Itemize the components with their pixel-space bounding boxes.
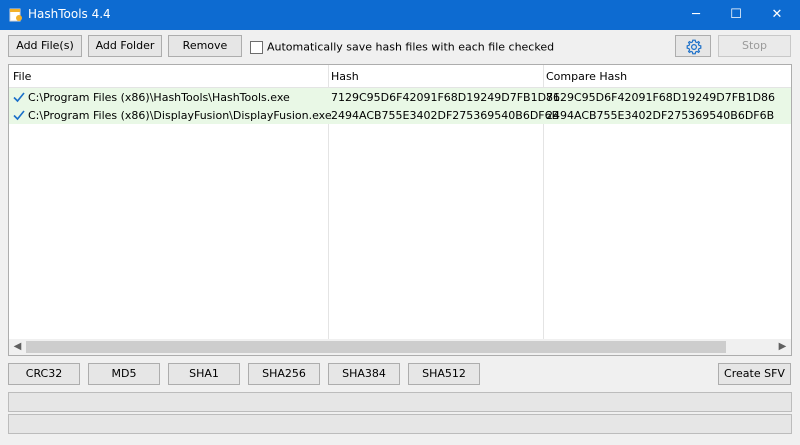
minimize-button[interactable]: ─ — [676, 0, 716, 30]
progress-bar-overall — [8, 392, 792, 412]
window-title: HashTools 4.4 — [28, 7, 111, 21]
file-list[interactable]: File Hash Compare Hash C:\Program Files … — [8, 64, 792, 356]
scroll-thumb[interactable] — [26, 341, 726, 353]
checkmark-icon — [13, 110, 25, 121]
column-header-hash[interactable]: Hash — [331, 70, 359, 83]
checkmark-icon — [13, 92, 25, 103]
crc32-button[interactable]: CRC32 — [8, 363, 80, 385]
scroll-left-arrow-icon[interactable]: ◀ — [9, 339, 26, 355]
row-file-path: C:\Program Files (x86)\DisplayFusion\Dis… — [28, 109, 332, 122]
scroll-right-arrow-icon[interactable]: ▶ — [774, 339, 791, 355]
row-compare-hash: 2494ACB755E3402DF275369540B6DF6B — [546, 109, 775, 122]
close-button[interactable]: ✕ — [757, 0, 797, 30]
stop-button[interactable]: Stop — [718, 35, 791, 57]
row-hash: 7129C95D6F42091F68D19249D7FB1D86 — [331, 91, 561, 104]
sha256-button[interactable]: SHA256 — [248, 363, 320, 385]
remove-button[interactable]: Remove — [168, 35, 242, 57]
autosave-label: Automatically save hash files with each … — [267, 40, 555, 54]
settings-button[interactable] — [675, 35, 711, 57]
column-header-file[interactable]: File — [13, 70, 31, 83]
create-sfv-button[interactable]: Create SFV — [718, 363, 791, 385]
sha512-button[interactable]: SHA512 — [408, 363, 480, 385]
column-header-compare-hash[interactable]: Compare Hash — [546, 70, 627, 83]
table-row[interactable]: C:\Program Files (x86)\DisplayFusion\Dis… — [9, 106, 791, 124]
autosave-checkbox[interactable] — [250, 40, 263, 54]
app-window: HashTools 4.4 ─ ☐ ✕ Add File(s) Add Fold… — [0, 0, 800, 445]
sha384-button[interactable]: SHA384 — [328, 363, 400, 385]
gear-icon — [686, 39, 702, 55]
md5-button[interactable]: MD5 — [88, 363, 160, 385]
progress-bar-file — [8, 414, 792, 434]
maximize-button[interactable]: ☐ — [716, 0, 756, 30]
row-hash: 2494ACB755E3402DF275369540B6DF6B — [331, 109, 560, 122]
table-row[interactable]: C:\Program Files (x86)\HashTools\HashToo… — [9, 88, 791, 106]
app-icon — [9, 8, 22, 22]
add-folder-button[interactable]: Add Folder — [88, 35, 162, 57]
autosave-option[interactable]: Automatically save hash files with each … — [250, 40, 554, 54]
title-bar[interactable]: HashTools 4.4 ─ ☐ ✕ — [0, 0, 800, 30]
add-files-button[interactable]: Add File(s) — [8, 35, 82, 57]
sha1-button[interactable]: SHA1 — [168, 363, 240, 385]
row-compare-hash: 7129C95D6F42091F68D19249D7FB1D86 — [546, 91, 776, 104]
row-file-path: C:\Program Files (x86)\HashTools\HashToo… — [28, 91, 290, 104]
horizontal-scrollbar[interactable]: ◀ ▶ — [9, 339, 791, 355]
list-header: File Hash Compare Hash — [9, 65, 791, 88]
